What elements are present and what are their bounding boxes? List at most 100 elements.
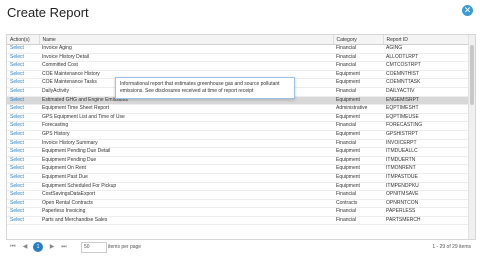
table-row[interactable]: Select Invoice History Summary Financial IN…: [7, 139, 473, 149]
page-size-select[interactable]: 50: [81, 242, 107, 253]
report-id: ITMPASTDUE: [383, 173, 473, 183]
report-category: Financial: [333, 207, 383, 217]
select-link[interactable]: Select: [7, 130, 39, 140]
report-id: CMTCOSTRPT: [383, 61, 473, 71]
table-row[interactable]: Select Equipment Past Due Equipment ITMPAST…: [7, 173, 473, 183]
select-link[interactable]: Select: [7, 78, 39, 88]
select-link[interactable]: Select: [7, 156, 39, 166]
table-row[interactable]: Select Equipment Time Sheet Report Adminis…: [7, 104, 473, 114]
table-row[interactable]: Select Equipment Pending Due Detail Equipm…: [7, 147, 473, 157]
report-name: GPS History: [39, 130, 333, 140]
report-category: Equipment: [333, 113, 383, 123]
next-page-icon[interactable]: ▶: [48, 243, 56, 251]
select-link[interactable]: Select: [7, 164, 39, 174]
select-link[interactable]: Select: [7, 207, 39, 217]
report-id: AGING: [383, 44, 473, 54]
report-table-body: Select Invoice Aging Financial AGING Select I…: [7, 44, 473, 226]
page-number-current[interactable]: 1: [33, 242, 43, 252]
report-id: COEMNTTASK: [383, 78, 473, 88]
report-id: ITMONRENT: [383, 164, 473, 174]
page-size-label: items per page: [108, 244, 142, 250]
report-category: Financial: [333, 61, 383, 71]
report-category: Financial: [333, 87, 383, 97]
select-link[interactable]: Select: [7, 121, 39, 131]
table-row[interactable]: Select Equipment Pending Due Equipment ITMD…: [7, 156, 473, 166]
report-name: Forecasting: [39, 121, 333, 131]
first-page-icon[interactable]: ⏮: [9, 243, 17, 251]
column-header-category[interactable]: Category: [333, 35, 384, 45]
report-category: Financial: [333, 190, 383, 200]
table-row[interactable]: Select Open Rental Contracts Contracts OPNR…: [7, 199, 473, 209]
report-category: Equipment: [333, 164, 383, 174]
table-row[interactable]: Select Invoice History Detail Financial ALL…: [7, 53, 473, 63]
report-category: Contracts: [333, 199, 383, 209]
table-row[interactable]: Select Equipment On Rent Equipment ITMONREN…: [7, 164, 473, 174]
select-link[interactable]: Select: [7, 53, 39, 63]
report-id: DAILYACTIV: [383, 87, 473, 97]
report-id: PAPERLESS: [383, 207, 473, 217]
report-category: Equipment: [333, 96, 383, 106]
select-link[interactable]: Select: [7, 216, 39, 226]
report-category: Financial: [333, 121, 383, 131]
select-link[interactable]: Select: [7, 44, 39, 54]
close-icon[interactable]: ✕: [462, 5, 473, 16]
table-row[interactable]: Select CostSavingsDataExport Financial OPNI…: [7, 190, 473, 200]
report-name: Equipment Time Sheet Report: [39, 104, 333, 114]
select-link[interactable]: Select: [7, 147, 39, 157]
report-category: Financial: [333, 139, 383, 149]
table-row[interactable]: Select GPS History Equipment GPSHISTRPT: [7, 130, 473, 140]
report-grid: Action(s) Name Category Report ID Select…: [6, 34, 476, 240]
select-link[interactable]: Select: [7, 61, 39, 71]
report-category: Administrative: [333, 104, 383, 114]
report-id: PARTSMERCH: [383, 216, 473, 226]
column-header-name[interactable]: Name: [39, 35, 334, 45]
select-link[interactable]: Select: [7, 70, 39, 80]
select-link[interactable]: Select: [7, 87, 39, 97]
select-link[interactable]: Select: [7, 104, 39, 114]
select-link[interactable]: Select: [7, 182, 39, 192]
table-row[interactable]: Select Committed Cost Financial CMTCOSTRPT: [7, 61, 473, 71]
dialog-title: Create Report: [7, 5, 89, 20]
table-row[interactable]: Select GPS Equipment List and Time of Use…: [7, 113, 473, 123]
report-id: ITMDUEALLC: [383, 147, 473, 157]
select-link[interactable]: Select: [7, 139, 39, 149]
select-link[interactable]: Select: [7, 199, 39, 209]
report-id: ALLODTLRPT: [383, 53, 473, 63]
report-name: Invoice Aging: [39, 44, 333, 54]
report-tooltip: Informational report that estimates gree…: [115, 77, 295, 99]
report-id: COEMNTHIST: [383, 70, 473, 80]
report-id: EQPTIMEUSE: [383, 113, 473, 123]
report-id: FORECASTING: [383, 121, 473, 131]
report-name: Invoice History Detail: [39, 53, 333, 63]
table-row[interactable]: Select Parts and Merchandise Sales Financi…: [7, 216, 473, 226]
column-header-actions[interactable]: Action(s): [7, 35, 40, 45]
scroll-thumb[interactable]: [470, 45, 474, 105]
report-category: Equipment: [333, 70, 383, 80]
pager-info: 1 - 29 of 29 items: [432, 244, 471, 250]
table-row[interactable]: Select Forecasting Financial FORECASTING: [7, 121, 473, 131]
report-name: Open Rental Contracts: [39, 199, 333, 209]
last-page-icon[interactable]: ⏭: [60, 243, 68, 251]
report-name: GPS Equipment List and Time of Use: [39, 113, 333, 123]
report-category: Equipment: [333, 173, 383, 183]
report-name: Equipment Pending Due: [39, 156, 333, 166]
prev-page-icon[interactable]: ◀: [21, 243, 29, 251]
report-id: ITMDUERTN: [383, 156, 473, 166]
report-name: Equipment Pending Due Detail: [39, 147, 333, 157]
report-category: Financial: [333, 53, 383, 63]
vertical-scrollbar[interactable]: [468, 35, 475, 239]
select-link[interactable]: Select: [7, 96, 39, 106]
select-link[interactable]: Select: [7, 173, 39, 183]
report-id: EQPTIMESHT: [383, 104, 473, 114]
table-row[interactable]: Select Equipment Scheduled For Pickup Equi…: [7, 182, 473, 192]
column-header-report-id[interactable]: Report ID: [383, 35, 474, 45]
select-link[interactable]: Select: [7, 113, 39, 123]
select-link[interactable]: Select: [7, 190, 39, 200]
table-row[interactable]: Select Paperless Invoicing Financial PAPERL…: [7, 207, 473, 217]
report-name: Equipment Past Due: [39, 173, 333, 183]
report-name: Equipment Scheduled For Pickup: [39, 182, 333, 192]
report-category: Equipment: [333, 78, 383, 88]
report-category: Equipment: [333, 156, 383, 166]
table-row[interactable]: Select Invoice Aging Financial AGING: [7, 44, 473, 54]
report-category: Financial: [333, 44, 383, 54]
